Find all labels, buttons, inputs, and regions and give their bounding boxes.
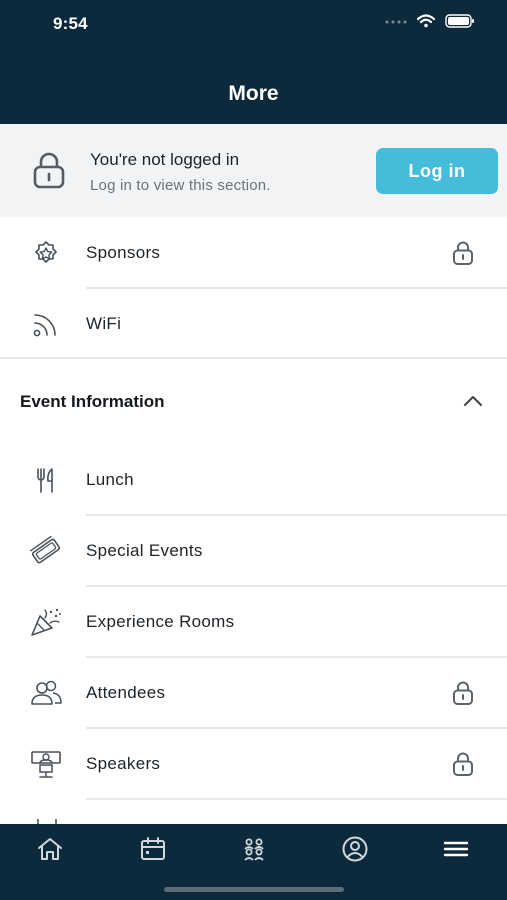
login-button[interactable]: Log in	[376, 148, 498, 194]
menu-item-label: Experience Rooms	[86, 611, 235, 631]
status-time: 9:54	[53, 14, 88, 33]
menu-item-special-events[interactable]: Special Events	[0, 515, 507, 586]
tab-people[interactable]	[234, 834, 274, 864]
tab-more[interactable]	[436, 834, 476, 864]
profile-icon	[342, 836, 368, 862]
people-icon	[29, 676, 63, 710]
lock-icon	[33, 152, 65, 189]
calendar-icon	[141, 837, 165, 860]
lock-icon	[453, 752, 473, 776]
party-popper-icon	[29, 605, 63, 639]
fork-knife-icon	[29, 463, 63, 497]
menu-item-sponsors[interactable]: Sponsors	[0, 217, 507, 288]
lock-icon	[453, 241, 473, 265]
menu-item-lunch[interactable]: Lunch	[0, 444, 507, 515]
menu-item-label: Lunch	[86, 469, 134, 489]
tab-schedule[interactable]	[133, 834, 173, 864]
battery-icon	[445, 14, 474, 28]
menu-item-label: Speakers	[86, 753, 161, 773]
menu-item-wifi[interactable]: WiFi	[0, 288, 507, 359]
login-subtitle: Log in to view this section.	[90, 177, 271, 194]
section-header-event-information[interactable]: Event Information	[20, 392, 165, 412]
menu-icon	[443, 841, 469, 857]
menu-item-label: WiFi	[86, 313, 122, 333]
menu-item-label: Sponsors	[86, 242, 161, 262]
divider	[86, 798, 507, 800]
cellular-signal-icon	[385, 20, 407, 24]
login-title: You're not logged in	[90, 150, 240, 169]
menu-item-speakers[interactable]: Speakers	[0, 728, 507, 799]
tab-profile[interactable]	[335, 834, 375, 864]
wifi-signal-icon	[29, 307, 63, 341]
chevron-up-icon[interactable]	[462, 394, 484, 408]
tab-home[interactable]	[30, 834, 70, 864]
status-icons	[385, 14, 475, 28]
group-icon	[244, 838, 264, 861]
podium-speaker-icon	[29, 747, 63, 781]
wifi-status-icon	[417, 14, 435, 28]
header-bar: 9:54 More	[0, 0, 507, 124]
home-icon	[38, 838, 62, 860]
menu-item-experience-rooms[interactable]: Experience Rooms	[0, 586, 507, 657]
section-divider	[0, 357, 507, 359]
page-title: More	[228, 82, 279, 105]
menu-item-attendees[interactable]: Attendees	[0, 657, 507, 728]
menu-item-label: Special Events	[86, 540, 203, 560]
login-banner: You're not logged in Log in to view this…	[0, 124, 507, 217]
lock-icon	[453, 681, 473, 705]
star-badge-icon	[29, 236, 63, 270]
menu-item-label: Attendees	[86, 682, 166, 702]
login-texts: You're not logged in Log in to view this…	[90, 150, 271, 194]
home-indicator	[164, 887, 344, 892]
tickets-icon	[29, 534, 63, 568]
